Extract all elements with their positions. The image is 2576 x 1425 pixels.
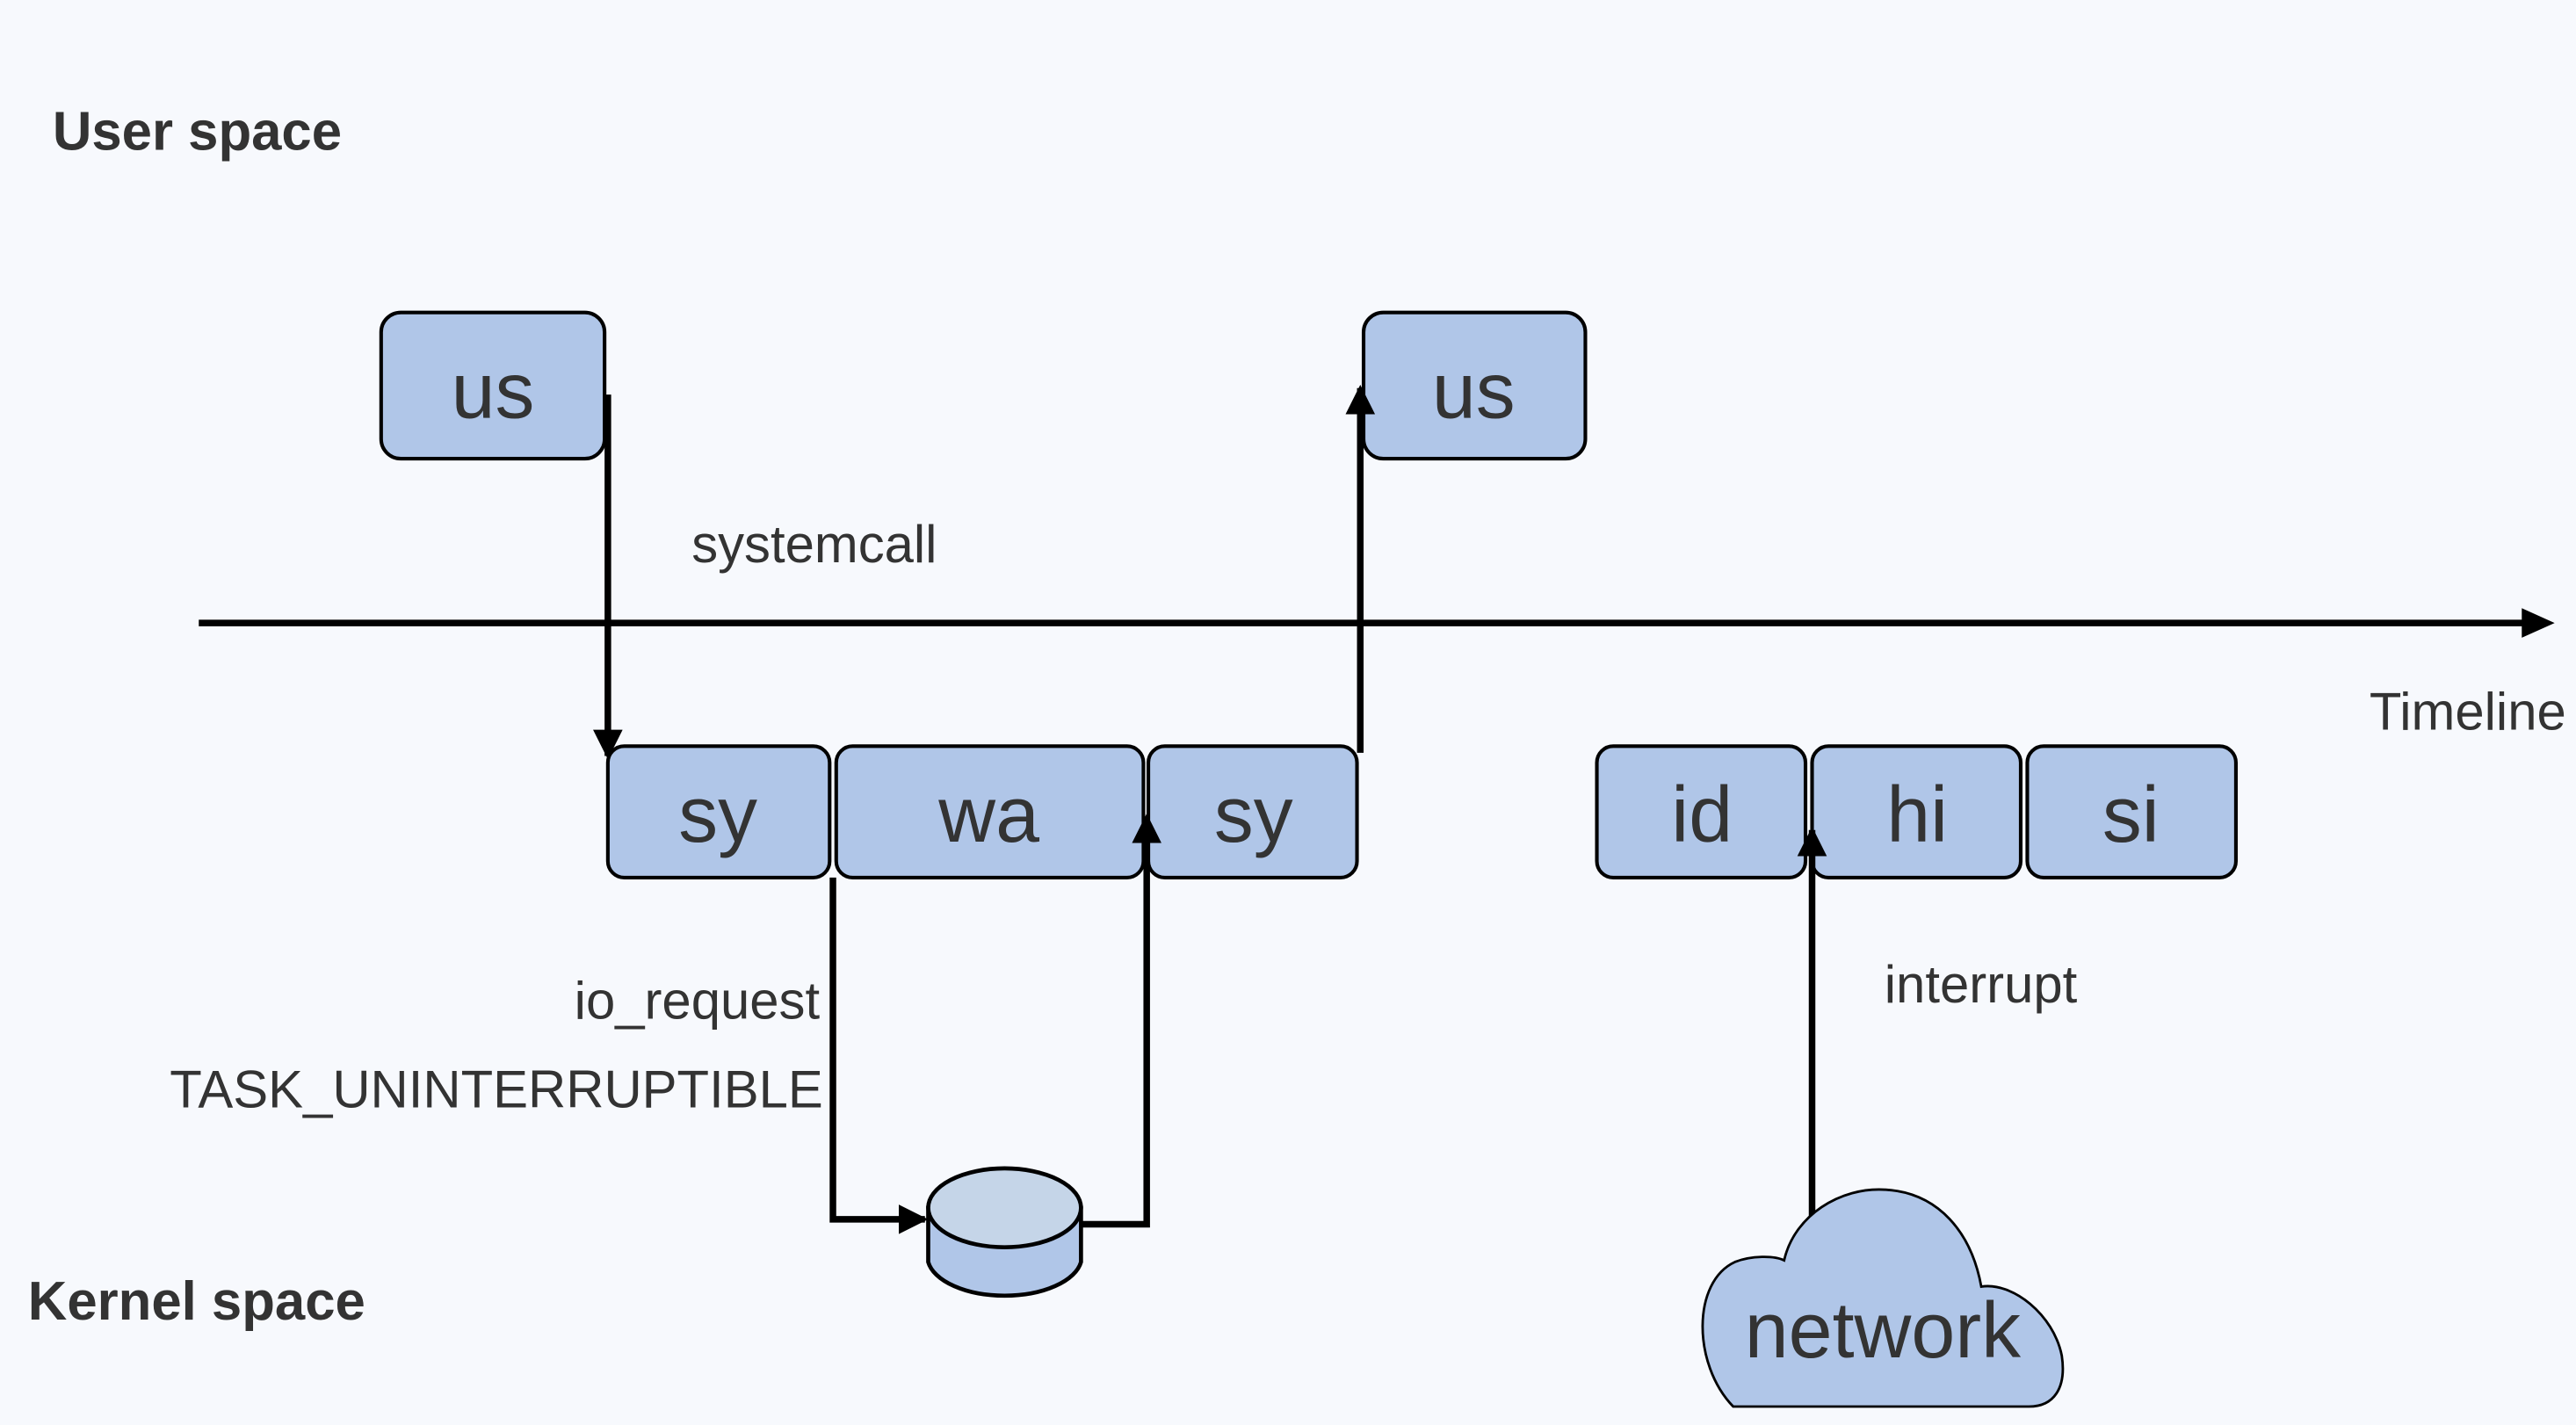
svg-text:wa: wa <box>937 771 1039 859</box>
timeline-arrowhead-icon <box>2522 608 2555 638</box>
io-request-arrow <box>829 877 929 1234</box>
svg-text:si: si <box>2102 771 2160 859</box>
user-box-us-2: us <box>1361 310 1588 461</box>
svg-text:network: network <box>1745 1287 2021 1375</box>
kernel-space-label: Kernel space <box>28 1271 365 1332</box>
network-cloud-icon: network <box>1701 1188 2065 1408</box>
disk-icon <box>926 1166 1083 1298</box>
kernel-box-sy-2: sy <box>1147 744 1359 879</box>
svg-text:us: us <box>1432 347 1516 435</box>
user-box-us-1: us <box>379 310 607 461</box>
svg-text:us: us <box>452 347 535 435</box>
kernel-box-id: id <box>1595 744 1808 879</box>
svg-text:hi: hi <box>1886 771 1948 859</box>
kernel-box-wa: wa <box>834 744 1146 879</box>
kernel-box-sy-1: sy <box>605 744 832 879</box>
kernel-box-hi: hi <box>1810 744 2023 879</box>
interrupt-label: interrupt <box>1885 955 2078 1014</box>
user-space-label: User space <box>53 102 342 163</box>
task-state-label: TASK_UNINTERRUPTIBLE <box>170 1060 823 1119</box>
cpu-state-diagram: User space Kernel space Timeline us us s… <box>28 102 2566 1408</box>
svg-text:id: id <box>1671 771 1733 859</box>
svg-text:sy: sy <box>678 771 757 859</box>
kernel-box-si: si <box>2025 744 2238 879</box>
io-request-label: io_request <box>575 972 821 1031</box>
svg-text:sy: sy <box>1214 771 1293 859</box>
timeline-label: Timeline <box>2370 683 2566 741</box>
systemcall-label: systemcall <box>691 515 937 574</box>
